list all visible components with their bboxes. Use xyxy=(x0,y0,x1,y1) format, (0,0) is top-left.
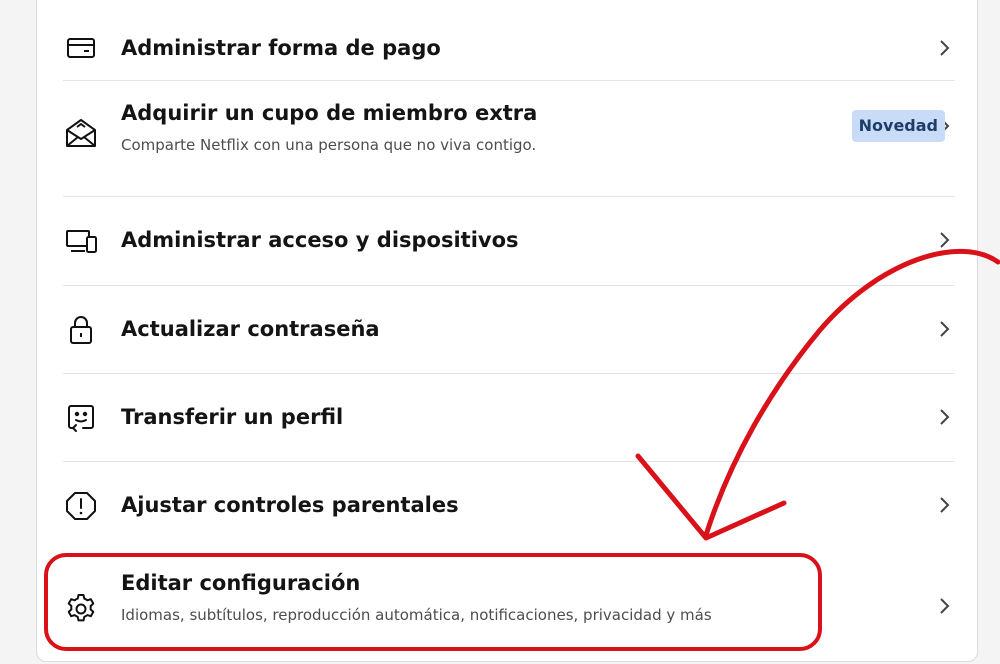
shield-alert-icon xyxy=(63,488,99,524)
menu-item-title: Administrar forma de pago xyxy=(121,36,441,60)
account-settings-card: Administrar forma de pago Adquirir un cu… xyxy=(36,0,978,662)
chevron-right-icon xyxy=(933,406,955,428)
menu-item-title: Administrar acceso y dispositivos xyxy=(121,228,519,252)
menu-item-subtitle: Idiomas, subtítulos, reproducción automá… xyxy=(121,606,712,624)
menu-item-edit-settings[interactable]: Editar configuración Idiomas, subtítulos… xyxy=(63,564,955,660)
profile-transfer-icon xyxy=(63,400,99,436)
menu-item-title: Editar configuración xyxy=(121,571,361,595)
menu-item-extra-member[interactable]: Adquirir un cupo de miembro extra Compar… xyxy=(63,81,955,197)
devices-icon xyxy=(63,223,99,259)
credit-card-icon xyxy=(63,30,99,66)
chevron-right-icon xyxy=(933,37,955,59)
menu-item-parental-controls[interactable]: Ajustar controles parentales xyxy=(63,462,955,550)
menu-item-devices[interactable]: Administrar acceso y dispositivos xyxy=(63,197,955,285)
gear-icon xyxy=(63,591,99,627)
new-badge: Novedad xyxy=(851,110,945,142)
menu-item-title: Actualizar contraseña xyxy=(121,317,380,341)
menu-item-password[interactable]: Actualizar contraseña xyxy=(63,286,955,374)
menu-item-title: Adquirir un cupo de miembro extra xyxy=(121,101,538,125)
menu-item-title: Ajustar controles parentales xyxy=(121,493,459,517)
chevron-right-icon xyxy=(933,595,955,617)
lock-icon xyxy=(63,312,99,348)
chevron-right-icon xyxy=(933,318,955,340)
chevron-right-icon xyxy=(933,494,955,516)
menu-item-title: Transferir un perfil xyxy=(121,405,344,429)
menu-item-payment[interactable]: Administrar forma de pago xyxy=(63,13,955,83)
chevron-right-icon xyxy=(933,229,955,251)
menu-item-subtitle: Comparte Netflix con una persona que no … xyxy=(121,136,537,154)
envelope-open-icon xyxy=(63,115,99,151)
menu-item-transfer-profile[interactable]: Transferir un perfil xyxy=(63,374,955,462)
